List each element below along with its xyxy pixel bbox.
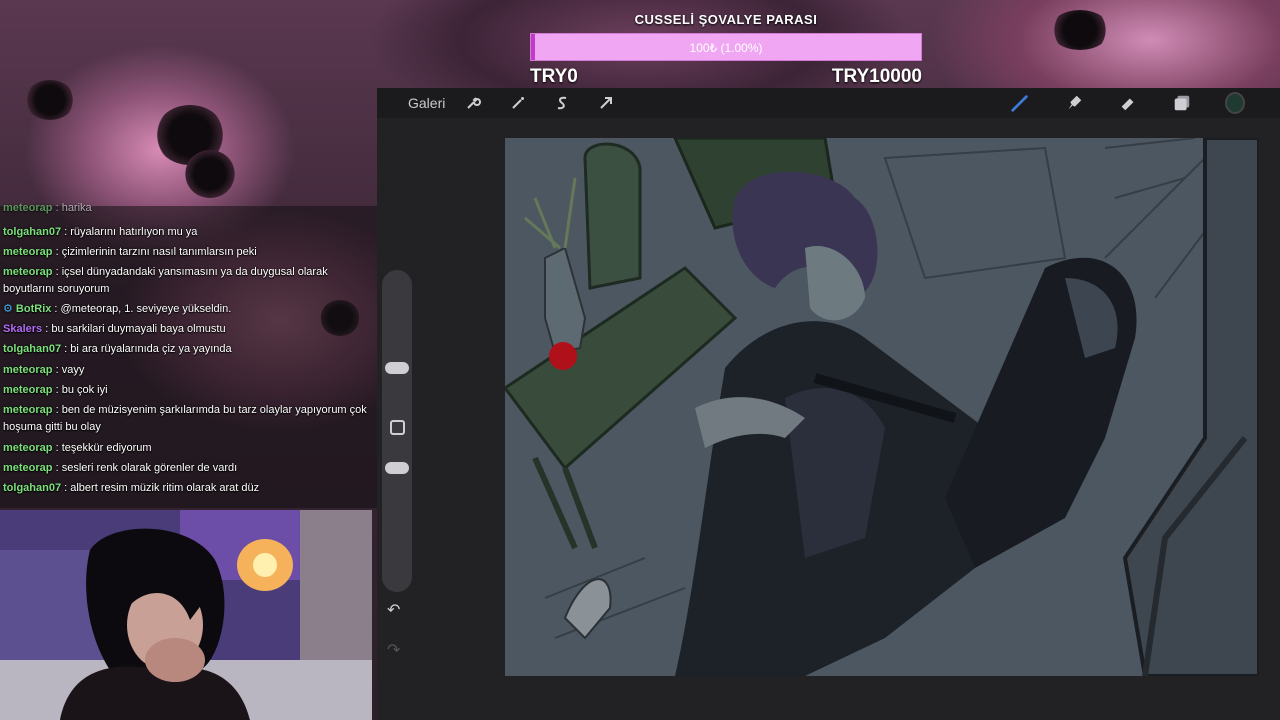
chat-message: meteorap : bu çok iyi — [3, 382, 377, 399]
chat-text: : harika — [52, 202, 92, 214]
layers-icon[interactable] — [1172, 94, 1192, 112]
chat-username[interactable]: tolgahan07 — [3, 226, 61, 238]
chat-message: tolgahan07 : albert resim müzik ritim ol… — [3, 480, 377, 497]
chat-username[interactable]: meteorap — [3, 266, 53, 278]
chat-panel: meteorap : harika tolgahan07 : rüyalarını… — [0, 202, 377, 508]
wrench-icon[interactable] — [463, 94, 483, 112]
goal-title: CUSSELİ ŞOVALYE PARASI — [634, 12, 818, 27]
chat-text: : içsel dünyadandaki yansımasını ya da d… — [3, 266, 328, 295]
chat-message: ⚙ BotRix : @meteorap, 1. seviyeye yüksel… — [3, 301, 377, 318]
goal-range: TRY0 TRY10000 — [530, 66, 922, 88]
chat-message: meteorap : harika — [3, 200, 377, 217]
chat-username[interactable]: meteorap — [3, 442, 53, 454]
chat-username[interactable]: BotRix — [16, 303, 51, 315]
chat-text: : vayy — [52, 364, 85, 376]
side-slider-panel — [382, 270, 412, 592]
opacity-slider[interactable] — [385, 462, 409, 474]
donation-goal: CUSSELİ ŞOVALYE PARASI 100₺ (1.00%) TRY0… — [530, 12, 922, 88]
chat-text: : sesleri renk olarak görenler de vardı — [52, 462, 238, 474]
chat-message: Skalers : bu sarkilari duymayali baya ol… — [3, 321, 377, 338]
chat-username[interactable]: meteorap — [3, 462, 53, 474]
color-swatch-icon[interactable] — [1225, 92, 1245, 114]
smudge-icon[interactable] — [1064, 94, 1084, 112]
redo-icon[interactable]: ↷ — [387, 640, 400, 660]
chat-text: : teşekkür ediyorum — [52, 442, 152, 454]
magic-wand-icon[interactable] — [508, 94, 528, 112]
gallery-button[interactable]: Galeri — [408, 94, 445, 112]
chat-message: meteorap : teşekkür ediyorum — [3, 440, 377, 457]
chat-username[interactable]: meteorap — [3, 246, 53, 258]
modify-button-icon[interactable] — [390, 420, 405, 435]
chat-message: meteorap : vayy — [3, 362, 377, 379]
bot-badge-icon: ⚙ — [3, 303, 16, 315]
bg-eye-shape — [185, 150, 235, 198]
chat-username[interactable]: meteorap — [3, 364, 53, 376]
drawing-canvas[interactable] — [505, 138, 1259, 676]
bg-eye-shape — [1050, 10, 1110, 50]
chat-text: : albert resim müzik ritim olarak arat d… — [61, 482, 260, 494]
brush-size-slider[interactable] — [385, 362, 409, 374]
chat-message: meteorap : ben de müzisyenim şarkılarımd… — [3, 402, 377, 436]
chat-text: : bu sarkilari duymayali baya olmustu — [42, 323, 226, 335]
chat-text: : ben de müzisyenim şarkılarımda bu tarz… — [3, 404, 367, 433]
selection-s-icon[interactable] — [552, 94, 572, 112]
webcam-image — [0, 510, 372, 720]
chat-username[interactable]: Skalers — [3, 323, 42, 335]
transform-arrow-icon[interactable] — [596, 94, 616, 112]
webcam-feed — [0, 510, 372, 720]
brush-icon[interactable] — [1010, 94, 1030, 112]
goal-bar-text: 100₺ (1.00%) — [689, 41, 763, 55]
chat-text: : @meteorap, 1. seviyeye yükseldin. — [51, 303, 232, 315]
chat-message: meteorap : çizimlerinin tarzını nasıl ta… — [3, 244, 377, 261]
chat-message: tolgahan07 : bi ara rüyalarınıda çiz ya … — [3, 341, 377, 358]
eraser-icon[interactable] — [1118, 94, 1138, 112]
chat-username[interactable]: tolgahan07 — [3, 482, 61, 494]
chat-message: tolgahan07 : rüyalarını hatırlıyon mu ya — [3, 224, 377, 241]
goal-max-label: TRY10000 — [831, 66, 922, 87]
chat-username[interactable]: meteorap — [3, 202, 53, 214]
goal-progress-bar: 100₺ (1.00%) — [530, 33, 922, 61]
undo-icon[interactable]: ↶ — [387, 600, 400, 620]
chat-text: : bu çok iyi — [52, 384, 108, 396]
chat-username[interactable]: tolgahan07 — [3, 343, 61, 355]
goal-min-label: TRY0 — [530, 66, 578, 87]
chat-text: : bi ara rüyalarınıda çiz ya yayında — [61, 343, 232, 355]
chat-username[interactable]: meteorap — [3, 404, 53, 416]
chat-text: : çizimlerinin tarzını nasıl tanımlarsın… — [52, 246, 257, 258]
chat-message: meteorap : içsel dünyadandaki yansımasın… — [3, 264, 377, 298]
chat-username[interactable]: meteorap — [3, 384, 53, 396]
app-toolbar: Galeri — [377, 88, 1280, 118]
chat-message: meteorap : sesleri renk olarak görenler … — [3, 460, 377, 477]
artwork-illustration — [505, 138, 1259, 676]
chat-text: : rüyalarını hatırlıyon mu ya — [61, 226, 198, 238]
bg-eye-shape — [25, 80, 75, 120]
